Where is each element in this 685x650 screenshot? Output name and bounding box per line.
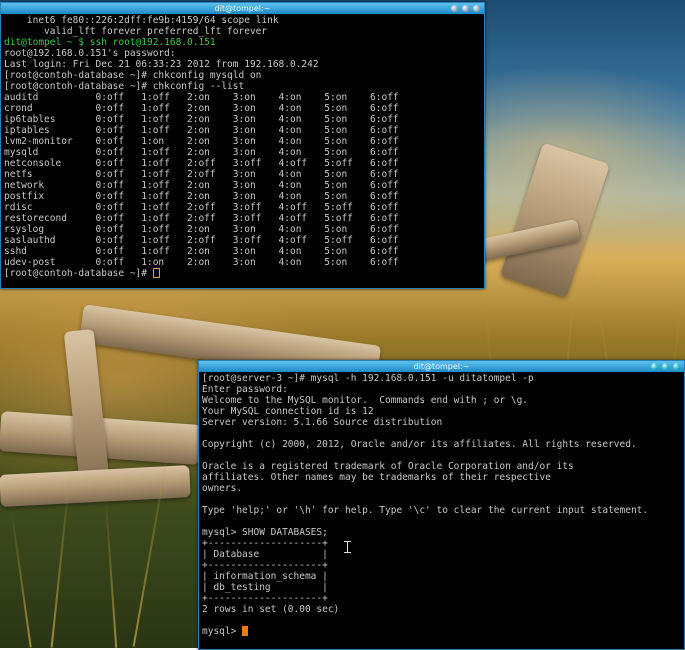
terminal-line: [root@contoh-database ~]# chkconfig mysq… (4, 70, 262, 81)
close-button[interactable] (473, 5, 480, 12)
terminal-line: ip6tables 0:off 1:off 2:on 3:on 4:on 5:o… (4, 114, 399, 125)
prompt-text: [root@contoh-database ~]# (4, 268, 153, 279)
maximize-button[interactable] (662, 363, 669, 370)
text-cursor-ibeam-icon (344, 541, 351, 553)
terminal-line: Server version: 5.1.66 Source distributi… (202, 417, 443, 428)
wallpaper-grass (10, 508, 32, 648)
terminal-output[interactable]: inet6 fe80::226:2dff:fe9b:4159/64 scope … (1, 14, 484, 279)
wallpaper-bench-leg (63, 328, 111, 492)
command-prompt[interactable]: [root@contoh-database ~]# (4, 268, 481, 279)
terminal-line: root@192.168.0.151's password: (4, 48, 176, 59)
terminal-line: restorecond 0:off 1:off 2:off 3:off 4:of… (4, 213, 399, 224)
terminal-line: auditd 0:off 1:off 2:on 3:on 4:on 5:on 6… (4, 92, 399, 103)
terminal-line: rdisc 0:off 1:off 2:off 3:off 4:off 5:of… (4, 202, 399, 213)
terminal-line: affiliates. Other names may be trademark… (202, 472, 551, 483)
command-prompt[interactable]: mysql> (202, 626, 681, 637)
terminal-line: mysql> SHOW DATABASES; (202, 527, 328, 538)
wallpaper-grass (104, 498, 118, 648)
terminal-line: dit@tompel ~ $ ssh root@192.168.0.151 (4, 37, 216, 48)
terminal-window-mysql[interactable]: dit@tompel:~ [root@server-3 ~]# mysql -h… (198, 360, 685, 650)
terminal-line: [root@server-3 ~]# mysql -h 192.168.0.15… (202, 373, 534, 384)
terminal-line: postfix 0:off 1:off 2:on 3:on 4:on 5:on … (4, 191, 399, 202)
terminal-line: Welcome to the MySQL monitor. Commands e… (202, 395, 529, 406)
terminal-line: inet6 fe80::226:2dff:fe9b:4159/64 scope … (4, 15, 279, 26)
terminal-line: +--------------------+ (202, 593, 328, 604)
terminal-cursor (242, 626, 249, 636)
terminal-cursor (152, 268, 160, 278)
terminal-titlebar[interactable]: dit@tompel:~ (1, 3, 484, 14)
terminal-line: Copyright (c) 2000, 2012, Oracle and/or … (202, 439, 637, 450)
terminal-line: Last login: Fri Dec 21 06:33:23 2012 fro… (4, 59, 319, 70)
prompt-text: mysql> (202, 626, 243, 637)
terminal-line: network 0:off 1:off 2:on 3:on 4:on 5:on … (4, 180, 399, 191)
terminal-line: Oracle is a registered trademark of Orac… (202, 461, 574, 472)
terminal-line: +--------------------+ (202, 538, 328, 549)
terminal-line: mysqld 0:off 1:off 2:on 3:on 4:on 5:on 6… (4, 147, 399, 158)
terminal-line: Your MySQL connection id is 12 (202, 406, 374, 417)
terminal-titlebar[interactable]: dit@tompel:~ (199, 361, 684, 372)
terminal-window-chkconfig[interactable]: dit@tompel:~ inet6 fe80::226:2dff:fe9b:4… (0, 2, 485, 289)
terminal-line: Type 'help;' or '\h' for help. Type '\c'… (202, 505, 649, 516)
terminal-line: Enter password: (202, 384, 288, 395)
terminal-line: | information_schema | (202, 571, 328, 582)
terminal-line: iptables 0:off 1:off 2:on 3:on 4:on 5:on… (4, 125, 399, 136)
maximize-button[interactable] (462, 5, 469, 12)
terminal-line: | db_testing | (202, 582, 328, 593)
terminal-line: saslauthd 0:off 1:off 2:off 3:off 4:off … (4, 235, 399, 246)
terminal-line: valid_lft forever preferred_lft forever (4, 26, 268, 37)
terminal-line: sshd 0:off 1:off 2:on 3:on 4:on 5:on 6:o… (4, 246, 399, 257)
terminal-line: | Database | (202, 549, 328, 560)
minimize-button[interactable] (451, 5, 458, 12)
terminal-line: netfs 0:off 1:off 2:off 3:on 4:on 5:on 6… (4, 169, 399, 180)
minimize-button[interactable] (651, 363, 658, 370)
terminal-line: udev-post 0:off 1:on 2:on 3:on 4:on 5:on… (4, 257, 399, 268)
terminal-line: rsyslog 0:off 1:off 2:on 3:on 4:on 5:on … (4, 224, 399, 235)
close-button[interactable] (673, 363, 680, 370)
terminal-title: dit@tompel:~ (214, 4, 271, 13)
terminal-line: +--------------------+ (202, 560, 328, 571)
window-controls (451, 5, 480, 12)
terminal-output[interactable]: [root@server-3 ~]# mysql -h 192.168.0.15… (199, 372, 684, 637)
terminal-line: 2 rows in set (0.00 sec) (202, 604, 340, 615)
terminal-line: crond 0:off 1:off 2:on 3:on 4:on 5:on 6:… (4, 103, 399, 114)
terminal-title: dit@tompel:~ (413, 362, 470, 371)
terminal-line: owners. (202, 483, 243, 494)
window-controls (651, 363, 680, 370)
terminal-line: netconsole 0:off 1:off 2:off 3:off 4:off… (4, 158, 399, 169)
terminal-line: lvm2-monitor 0:off 1:on 2:on 3:on 4:on 5… (4, 136, 399, 147)
terminal-line: [root@contoh-database ~]# chkconfig --li… (4, 81, 245, 92)
